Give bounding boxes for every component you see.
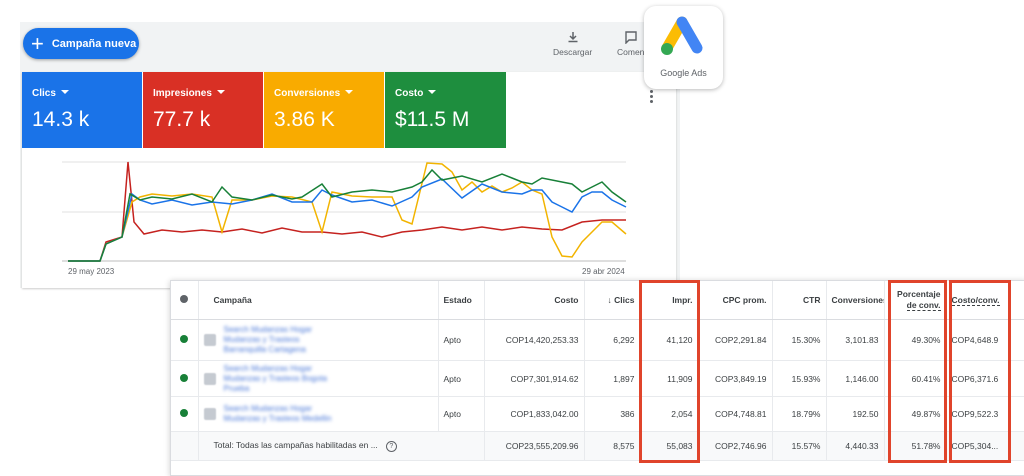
status-cell: Apto <box>438 396 485 432</box>
cpc-cell: COP2,291.84 <box>698 319 773 361</box>
enabled-status-dot-icon <box>180 335 189 343</box>
ctr-cell: 15.30% <box>772 319 827 361</box>
cost-column-header[interactable]: Costo <box>484 281 585 320</box>
total-cost-cell: COP23,555,209.96 <box>484 431 585 461</box>
campaign-name-link[interactable]: Search Mudanzas Hogar Mudanzas y Trasteo… <box>224 325 344 355</box>
campaign-name-link[interactable]: Search Mudanzas Hogar Mudanzas y Trasteo… <box>224 364 344 394</box>
clicks-column-header[interactable]: ↓ Clics <box>584 281 641 320</box>
cost-cell: COP1,833,042.00 <box>484 396 585 432</box>
chart-start-date: 29 may 2023 <box>68 267 115 276</box>
plus-icon: + <box>31 30 44 56</box>
ctr-column-header[interactable]: CTR <box>772 281 827 320</box>
conversions-cell: 3,101.83 <box>826 319 885 361</box>
google-ads-logo-icon <box>661 16 703 55</box>
enabled-status-dot-icon <box>180 409 189 417</box>
clicks-cell: 386 <box>584 396 641 432</box>
comments-button[interactable]: Comen <box>617 30 644 57</box>
campaign-type-icon <box>203 334 216 346</box>
download-button[interactable]: Descargar <box>553 30 592 57</box>
total-cpc-cell: COP2,746.96 <box>698 431 773 461</box>
performance-line-chart <box>62 161 627 262</box>
impressions-highlight-box <box>639 280 700 463</box>
cost-cell: COP14,420,253.33 <box>484 319 585 361</box>
total-clicks-cell: 8,575 <box>584 431 641 461</box>
comments-label: Comen <box>617 47 645 57</box>
ctr-cell: 18.79% <box>772 396 827 432</box>
download-icon <box>568 32 578 43</box>
download-label: Descargar <box>553 47 593 57</box>
chart-end-date: 29 abr 2024 <box>582 267 625 276</box>
cpc-cell: COP3,849.19 <box>698 360 773 397</box>
series-clicks-line <box>68 178 627 262</box>
status-dot-icon <box>180 295 189 303</box>
series-cost-line <box>68 168 627 262</box>
new-campaign-label: Campaña nueva <box>51 37 137 50</box>
status-cell: Apto <box>438 319 485 361</box>
campaign-type-icon <box>203 408 216 420</box>
cpc-column-header[interactable]: CPC prom. <box>698 281 773 320</box>
cost-cell: COP7,301,914.62 <box>484 360 585 397</box>
clicks-header-label: Clics <box>614 295 635 305</box>
help-icon[interactable]: ? <box>385 441 397 452</box>
new-campaign-button[interactable]: + Campaña nueva <box>23 28 139 59</box>
enabled-status-dot-icon <box>180 373 189 382</box>
status-column-header[interactable] <box>171 281 199 320</box>
comment-icon <box>625 31 637 44</box>
ctr-cell: 15.93% <box>772 360 827 397</box>
status-cell: Apto <box>438 360 485 397</box>
google-ads-logo: Google Ads <box>644 6 723 89</box>
conv-rate-highlight-box <box>888 280 947 463</box>
performance-chart-card: Clics 14.3 k Impresiones 77.7 k Conversi… <box>22 72 676 288</box>
clicks-cell: 1,897 <box>584 360 641 397</box>
cpc-cell: COP4,748.81 <box>698 396 773 432</box>
clicks-cell: 6,292 <box>584 319 641 361</box>
conversions-cell: 1,146.00 <box>826 360 885 397</box>
conversions-cell: 192.50 <box>826 396 885 432</box>
conversions-column-header[interactable]: Conversiones <box>826 281 885 320</box>
total-ctr-cell: 15.57% <box>772 431 827 461</box>
cost-conv-highlight-box <box>949 280 1011 463</box>
campaign-type-icon <box>203 372 216 385</box>
total-conversions-cell: 4,440.33 <box>826 431 885 461</box>
status-text-column-header[interactable]: Estado <box>438 281 485 320</box>
google-ads-logo-text: Google Ads <box>660 68 707 78</box>
campaign-column-header[interactable]: Campaña <box>198 281 439 320</box>
total-label: Total: Todas las campañas habilitadas en… <box>213 440 378 450</box>
campaign-name-link[interactable]: Search Mudanzas Hogar Mudanzas y Trasteo… <box>224 404 344 424</box>
